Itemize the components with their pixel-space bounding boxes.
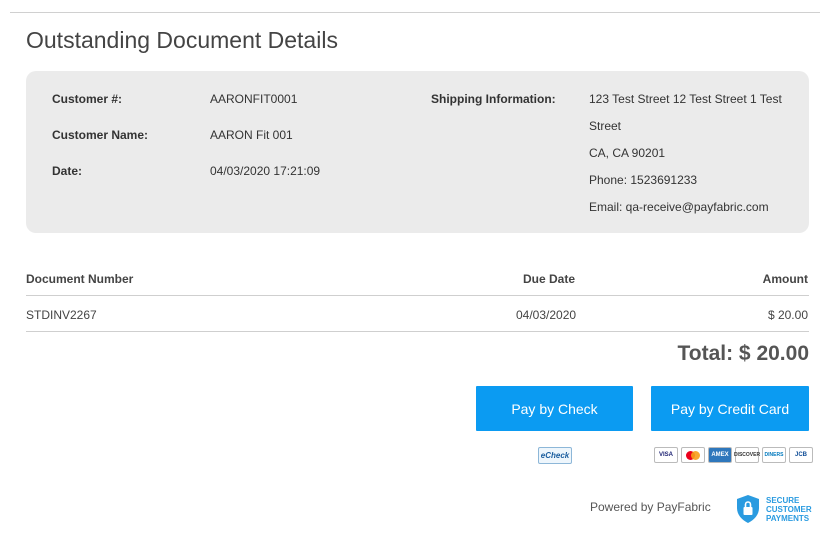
customer-info-card: Customer #: AARONFIT0001 Customer Name: … (26, 71, 809, 233)
shipping-email: Email: qa-receive@payfabric.com (589, 200, 769, 214)
table-header-divider (26, 295, 809, 296)
customer-name-label: Customer Name: (52, 128, 149, 142)
echeck-icon: eCheck (538, 447, 572, 464)
visa-icon: VISA (654, 447, 678, 463)
secure-payments-badge: SECURE CUSTOMER PAYMENTS (736, 494, 812, 524)
shipping-address-line1: 123 Test Street 12 Test Street 1 Test (589, 92, 782, 106)
credit-card-icons: VISA AMEX DISCOVER DINERS JCB (654, 447, 813, 463)
shipping-address-line2: Street (589, 119, 622, 133)
cell-amount: $ 20.00 (767, 308, 808, 322)
customer-name-value: AARON Fit 001 (210, 128, 293, 142)
cell-document-number: STDINV2267 (26, 308, 97, 322)
mastercard-icon (681, 447, 705, 463)
column-header-amount: Amount (762, 272, 808, 286)
secure-text-line3: PAYMENTS (766, 513, 810, 523)
page-title: Outstanding Document Details (26, 27, 338, 53)
amex-icon: AMEX (708, 447, 732, 463)
date-label: Date: (52, 164, 83, 178)
secure-text-line1: SECURE (766, 495, 800, 505)
top-divider (10, 12, 820, 13)
discover-icon: DISCOVER (734, 447, 760, 463)
table-row-divider (26, 331, 809, 332)
total-amount: Total: $ 20.00 (677, 342, 810, 365)
shipping-phone: Phone: 1523691233 (589, 173, 698, 187)
shipping-city-state-zip: CA, CA 90201 (589, 146, 666, 160)
column-header-due-date: Due Date (523, 272, 576, 286)
customer-number-value: AARONFIT0001 (210, 92, 298, 106)
date-value: 04/03/2020 17:21:09 (210, 164, 321, 178)
diners-club-icon: DINERS (762, 447, 786, 463)
column-header-document-number: Document Number (26, 272, 134, 286)
customer-number-label: Customer #: (52, 92, 123, 106)
pay-by-credit-card-button[interactable]: Pay by Credit Card (651, 386, 809, 431)
pay-by-check-button[interactable]: Pay by Check (476, 386, 633, 431)
jcb-icon: JCB (789, 447, 813, 463)
cell-due-date: 04/03/2020 (516, 308, 577, 322)
shield-lock-icon (737, 495, 759, 523)
secure-payments-text: SECURE CUSTOMER PAYMENTS (766, 496, 812, 523)
secure-text-line2: CUSTOMER (766, 504, 812, 514)
powered-by-label: Powered by PayFabric (590, 500, 711, 514)
shipping-label: Shipping Information: (431, 92, 556, 106)
